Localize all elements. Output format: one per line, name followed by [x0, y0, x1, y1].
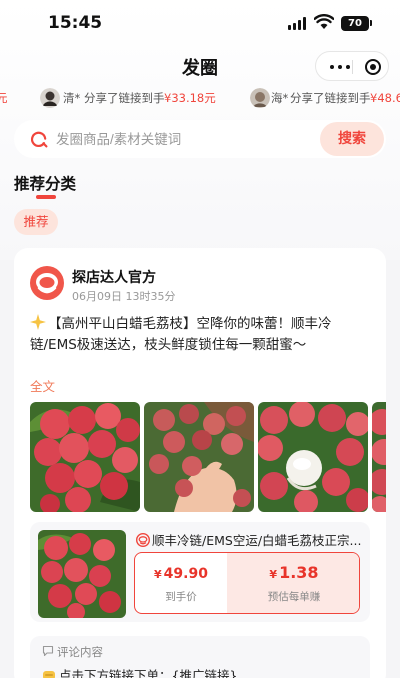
- lychee-photo-2[interactable]: [144, 402, 254, 512]
- ticker-action: 分享了链接到手: [290, 91, 371, 105]
- price-value: 49.90: [163, 566, 208, 582]
- ticker-name: 海*: [271, 91, 289, 105]
- lychee-photo-4[interactable]: [372, 402, 386, 512]
- ticker-action: 分享了链接到手: [84, 91, 165, 105]
- ticker-name: 清*: [63, 91, 81, 105]
- search-button[interactable]: 搜索: [320, 122, 384, 156]
- category-chip-recommend[interactable]: 推荐: [14, 209, 58, 235]
- search-icon: [30, 131, 48, 148]
- earn-currency: ¥: [269, 568, 278, 581]
- signal-icon: [288, 17, 308, 30]
- product-title-text: 顺丰冷链/EMS空运/白蜡毛荔枝正宗...: [152, 533, 362, 548]
- product-thumbnail[interactable]: [38, 530, 126, 618]
- brand-logo-icon: [136, 533, 150, 547]
- status-bar: 15:45 70: [0, 0, 400, 46]
- final-price-label: 到手价: [165, 591, 197, 603]
- ticker-amount: ¥48.6: [370, 91, 400, 105]
- capsule-divider: [352, 60, 353, 74]
- battery-tip: [370, 20, 372, 26]
- account-name[interactable]: 探店达人官方: [72, 267, 156, 287]
- category-underline: [36, 195, 56, 199]
- post-time: 06月09日 13时35分: [72, 290, 176, 303]
- category-section-title: 推荐分类: [14, 175, 77, 193]
- nav-bar: 发圈: [0, 46, 400, 86]
- post-card: 探店达人官方 06月09日 13时35分 【高州平山白蜡毛荔枝】空降你的味蕾！顺…: [14, 248, 386, 678]
- post-text: 【高州平山白蜡毛荔枝】空降你的味蕾！顺丰冷链/EMS极速送达，枝头鲜度锁住每一颗…: [30, 314, 370, 356]
- post-text-content: 【高州平山白蜡毛荔枝】空降你的味蕾！顺丰冷链/EMS极速送达，枝头鲜度锁住每一颗…: [30, 316, 332, 353]
- comment-box: 评论内容 点击下方链接下单：{推广链接}: [30, 636, 370, 678]
- user-avatar: [250, 88, 270, 108]
- comment-header: 评论内容: [42, 644, 103, 660]
- comment-header-text: 评论内容: [57, 645, 103, 659]
- search-input[interactable]: [56, 129, 316, 149]
- earn-value: 1.38: [279, 563, 319, 582]
- estimated-earning: ¥1.38: [227, 563, 359, 582]
- mini-program-capsule: [315, 51, 389, 81]
- user-avatar: [40, 88, 60, 108]
- account-logo-icon[interactable]: [30, 266, 64, 300]
- comment-icon: [42, 645, 54, 657]
- status-time: 15:45: [48, 13, 103, 33]
- price-panel: ¥49.90 到手价: [135, 553, 227, 613]
- ticker-fragment: 元: [0, 91, 8, 105]
- more-dots-icon[interactable]: [330, 65, 350, 69]
- final-price: ¥49.90: [135, 566, 227, 582]
- wifi-icon: [314, 14, 334, 29]
- lychee-photo-1[interactable]: [30, 402, 140, 512]
- close-target-icon[interactable]: [365, 59, 381, 75]
- price-currency: ¥: [154, 568, 162, 581]
- battery-icon: 70: [341, 16, 369, 31]
- search-bar: 搜索: [14, 120, 386, 158]
- sparkle-emoji-icon: [30, 314, 46, 330]
- price-box: ¥49.90 到手价 ¥1.38 预估每单赚: [134, 552, 360, 614]
- ticker-amount: ¥33.18元: [164, 91, 216, 105]
- estimated-earning-label: 预估每单赚: [267, 591, 321, 603]
- product-title[interactable]: 顺丰冷链/EMS空运/白蜡毛荔枝正宗...: [136, 530, 362, 549]
- lychee-photo-3[interactable]: [258, 402, 368, 512]
- pointing-hand-emoji-icon: [43, 671, 55, 678]
- full-text-link[interactable]: 全文: [30, 376, 55, 395]
- share-ticker: 元 清* 分享了链接到手 ¥33.18元 海* 分享了链接到手 ¥48.6: [0, 86, 400, 110]
- earn-panel: ¥1.38 预估每单赚: [227, 553, 359, 613]
- comment-body-text: 点击下方链接下单：{推广链接}: [59, 668, 238, 678]
- photo-strip: [30, 402, 386, 514]
- comment-body: 点击下方链接下单：{推广链接}: [42, 665, 237, 678]
- product-card[interactable]: 顺丰冷链/EMS空运/白蜡毛荔枝正宗... ¥49.90 到手价 ¥1.38 预…: [30, 522, 370, 622]
